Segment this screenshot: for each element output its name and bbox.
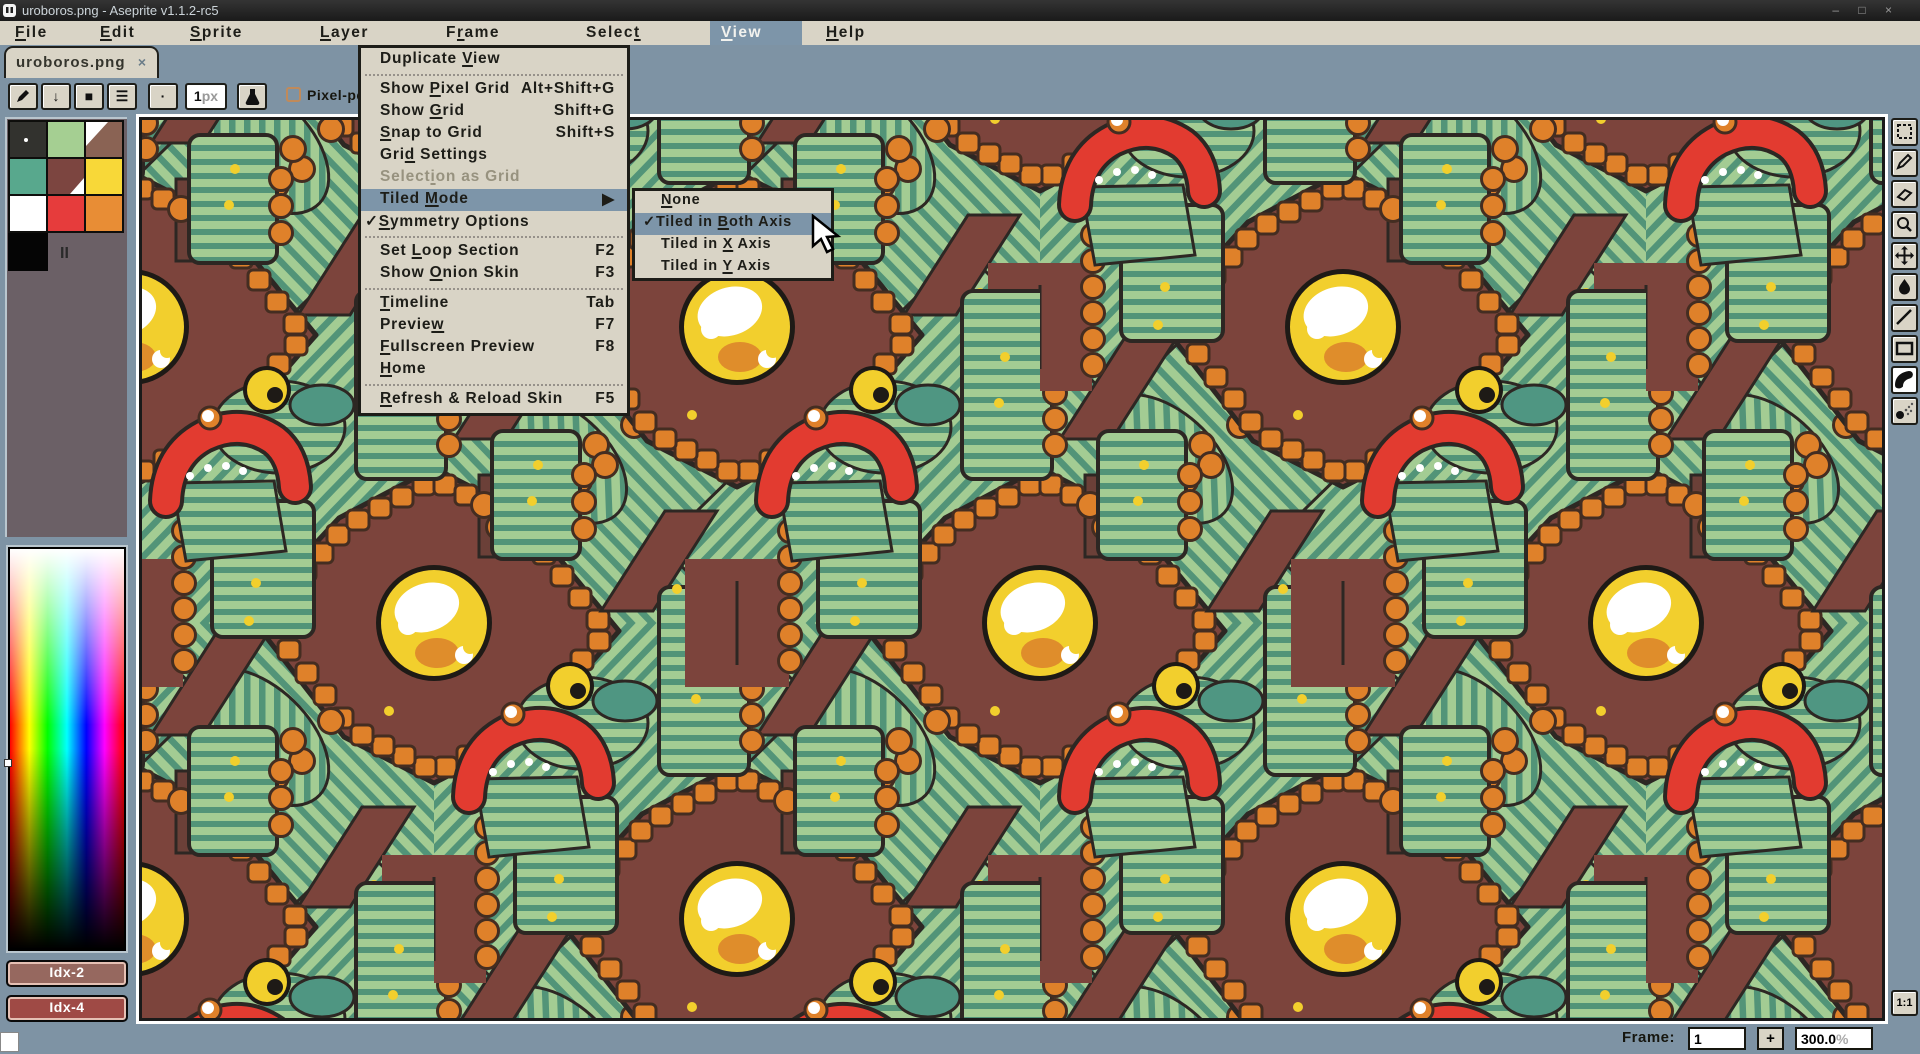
svg-text:II: II bbox=[60, 245, 69, 262]
